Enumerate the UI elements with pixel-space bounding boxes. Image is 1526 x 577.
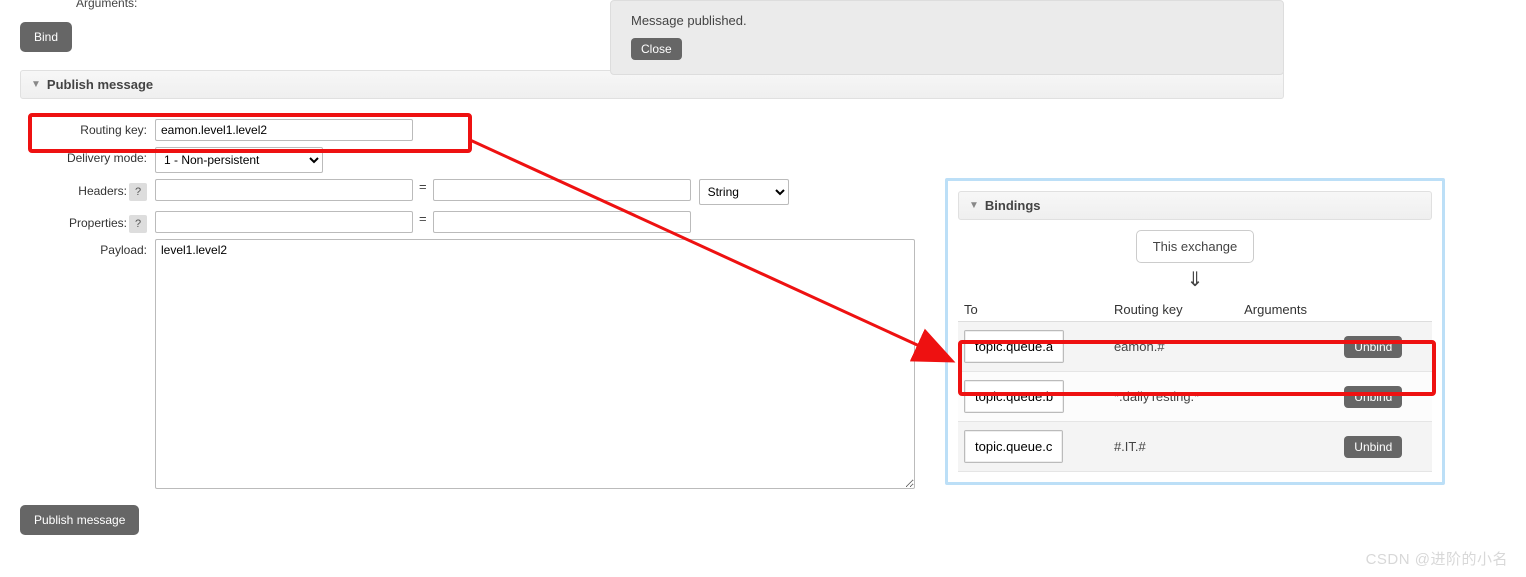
- this-exchange-button[interactable]: This exchange: [1136, 230, 1255, 263]
- help-icon[interactable]: ?: [129, 215, 147, 233]
- payload-textarea[interactable]: level1.level2: [155, 239, 915, 489]
- bindings-table: To Routing key Arguments topic.queue.a e…: [958, 298, 1432, 472]
- headers-type-select[interactable]: String: [699, 179, 789, 205]
- payload-label: Payload:: [20, 239, 155, 257]
- down-arrow-icon: ⇓: [958, 267, 1432, 292]
- notice-text: Message published.: [631, 13, 1263, 28]
- unbind-button[interactable]: Unbind: [1344, 436, 1402, 458]
- help-icon[interactable]: ?: [129, 183, 147, 201]
- arguments-cell: [1238, 322, 1338, 372]
- col-routing-key: Routing key: [1108, 298, 1238, 322]
- unbind-button[interactable]: Unbind: [1344, 336, 1402, 358]
- bindings-panel: ▼ Bindings This exchange ⇓ To Routing ke…: [945, 178, 1445, 485]
- arguments-label: Arguments:: [76, 0, 137, 10]
- queue-button[interactable]: topic.queue.c: [964, 430, 1063, 463]
- routing-key-input[interactable]: [155, 119, 413, 141]
- routing-key-cell: #.IT.#: [1108, 422, 1238, 472]
- headers-value-input[interactable]: [433, 179, 691, 201]
- close-button[interactable]: Close: [631, 38, 682, 60]
- routing-key-cell: *.dailyTesting.*: [1108, 372, 1238, 422]
- delivery-mode-select[interactable]: 1 - Non-persistent: [155, 147, 323, 173]
- equals-sign: =: [413, 179, 433, 194]
- properties-label: Properties:?: [20, 211, 155, 233]
- chevron-down-icon: ▼: [31, 79, 41, 90]
- table-row: topic.queue.c #.IT.# Unbind: [958, 422, 1432, 472]
- unbind-button[interactable]: Unbind: [1344, 386, 1402, 408]
- table-row: topic.queue.a eamon.# Unbind: [958, 322, 1432, 372]
- table-row: topic.queue.b *.dailyTesting.* Unbind: [958, 372, 1432, 422]
- queue-button[interactable]: topic.queue.a: [964, 330, 1064, 363]
- col-arguments: Arguments: [1238, 298, 1338, 322]
- headers-key-input[interactable]: [155, 179, 413, 201]
- headers-label: Headers:?: [20, 179, 155, 201]
- routing-key-label: Routing key:: [20, 119, 155, 137]
- properties-value-input[interactable]: [433, 211, 691, 233]
- publish-message-button[interactable]: Publish message: [20, 505, 139, 535]
- properties-key-input[interactable]: [155, 211, 413, 233]
- message-published-notice: Message published. Close: [610, 0, 1284, 75]
- chevron-down-icon: ▼: [969, 200, 979, 211]
- arguments-cell: [1238, 422, 1338, 472]
- routing-key-cell: eamon.#: [1108, 322, 1238, 372]
- arguments-cell: [1238, 372, 1338, 422]
- bindings-section-header[interactable]: ▼ Bindings: [958, 191, 1432, 220]
- delivery-mode-label: Delivery mode:: [20, 147, 155, 165]
- bind-button[interactable]: Bind: [20, 22, 72, 52]
- queue-button[interactable]: topic.queue.b: [964, 380, 1064, 413]
- section-title: Bindings: [985, 198, 1041, 213]
- col-to: To: [958, 298, 1108, 322]
- equals-sign: =: [413, 211, 433, 226]
- section-title: Publish message: [47, 77, 153, 92]
- watermark: CSDN @进阶的小名: [1366, 548, 1508, 569]
